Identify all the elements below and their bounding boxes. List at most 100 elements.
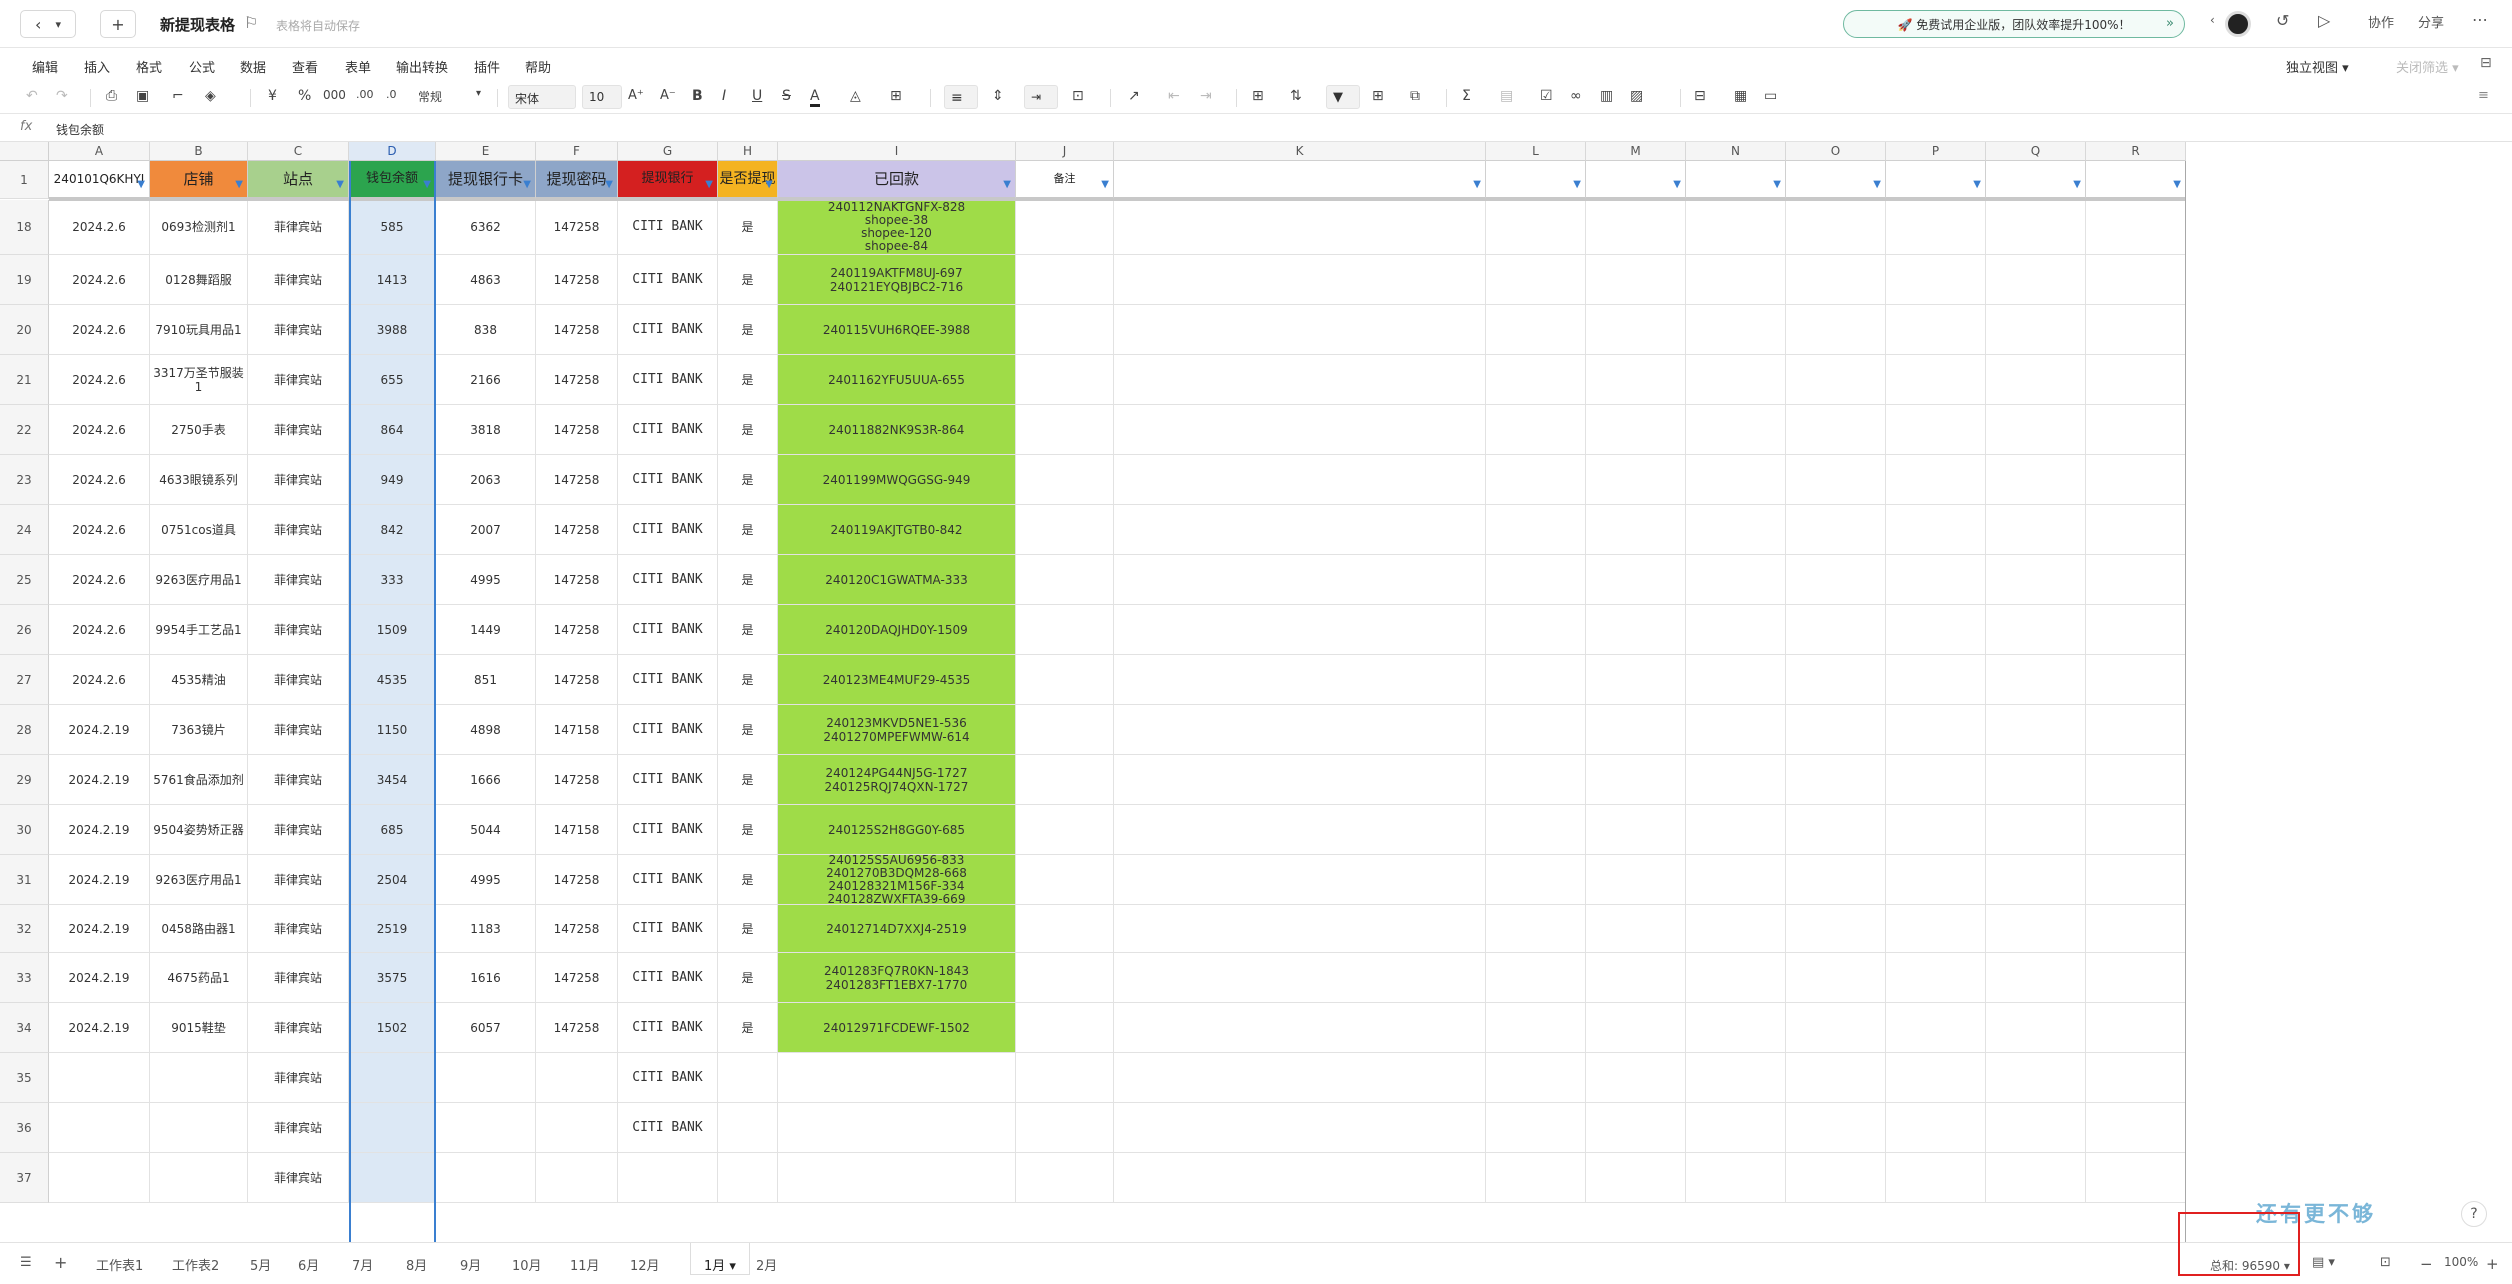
header-cell-m[interactable]: ▼ [1586,161,1686,199]
checkbox-icon[interactable]: ☑ [1540,88,1553,104]
cell-r[interactable] [2086,905,2186,953]
cell-e[interactable]: 6362 [436,200,536,255]
cell-n[interactable] [1686,455,1786,505]
cell-i[interactable]: 240125S2H8GG0Y-685 [778,805,1016,855]
row-header[interactable]: 31 [0,855,49,905]
cell-d[interactable]: 949 [349,455,436,505]
sheet-tab[interactable]: 1月 ▾ [690,1243,750,1275]
cell-p[interactable] [1886,305,1986,355]
merge-cells-icon[interactable]: ⊡ [1072,88,1084,104]
cell-c[interactable]: 菲律宾站 [248,1153,349,1203]
cell-o[interactable] [1786,1003,1886,1053]
cell-e[interactable] [436,1103,536,1153]
rotate-text-icon[interactable]: ↗ [1128,88,1140,104]
cell-a[interactable]: 2024.2.19 [49,805,150,855]
cell-g[interactable]: CITI BANK [618,555,718,605]
cell-j[interactable] [1016,953,1114,1003]
row-header[interactable]: 26 [0,605,49,655]
column-header-g[interactable]: G [618,142,718,161]
cell-m[interactable] [1586,755,1686,805]
column-header-m[interactable]: M [1586,142,1686,161]
cell-p[interactable] [1886,1003,1986,1053]
cell-p[interactable] [1886,953,1986,1003]
header-cell-q[interactable]: ▼ [1986,161,2086,199]
cell-b[interactable]: 0693检测剂1 [150,200,248,255]
header-cell-e[interactable]: 提现银行卡 ▼ [436,161,536,199]
cell-c[interactable]: 菲律宾站 [248,505,349,555]
cell-k[interactable] [1114,255,1486,305]
font-size-select[interactable]: 10 [582,85,622,109]
filter-icon[interactable]: ▼ [336,177,344,193]
cell-b[interactable]: 9263医疗用品1 [150,855,248,905]
cell-m[interactable] [1586,855,1686,905]
cell-b[interactable]: 0458路由器1 [150,905,248,953]
header-cell-g[interactable]: 提现银行 ▼ [618,161,718,199]
add-sheet-button[interactable]: + [54,1253,67,1272]
cell-g[interactable]: CITI BANK [618,605,718,655]
cell-f[interactable]: 147258 [536,605,618,655]
cell-d[interactable]: 3454 [349,755,436,805]
cell-c[interactable]: 菲律宾站 [248,200,349,255]
cell-r[interactable] [2086,555,2186,605]
history-icon[interactable]: ↺ [2276,11,2289,30]
cell-i[interactable]: 240123ME4MUF29-4535 [778,655,1016,705]
menu-format[interactable]: 格式 [136,57,162,76]
header-cell-d[interactable]: 钱包余额 ▼ [349,161,436,199]
cell-k[interactable] [1114,755,1486,805]
cell-q[interactable] [1986,255,2086,305]
cell-q[interactable] [1986,405,2086,455]
cell-j[interactable] [1016,855,1114,905]
cell-m[interactable] [1586,405,1686,455]
filter-icon[interactable]: ▼ [2173,177,2181,193]
cell-e[interactable]: 5044 [436,805,536,855]
cell-j[interactable] [1016,805,1114,855]
cell-c[interactable]: 菲律宾站 [248,805,349,855]
menu-export[interactable]: 输出转换 [396,57,448,76]
sheet-menu-icon[interactable]: ☰ [20,1255,32,1270]
cell-f[interactable]: 147258 [536,855,618,905]
cell-c[interactable]: 菲律宾站 [248,1053,349,1103]
cell-l[interactable] [1486,405,1586,455]
more-icon[interactable]: ⋯ [2472,10,2488,29]
cell-b[interactable]: 9263医疗用品1 [150,555,248,605]
cell-r[interactable] [2086,405,2186,455]
column-header-f[interactable]: F [536,142,618,161]
cell-h[interactable]: 是 [718,755,778,805]
cell-p[interactable] [1886,405,1986,455]
cell-d[interactable]: 1413 [349,255,436,305]
cell-i[interactable]: 2401283FQ7R0KN-1843 2401283FT1EBX7-1770 [778,953,1016,1003]
sheet-tab[interactable]: 6月 [298,1255,319,1274]
cell-a[interactable]: 2024.2.6 [49,655,150,705]
column-header-e[interactable]: E [436,142,536,161]
cell-h[interactable]: 是 [718,855,778,905]
menu-plugins[interactable]: 插件 [474,57,500,76]
cell-n[interactable] [1686,705,1786,755]
cell-g[interactable]: CITI BANK [618,405,718,455]
row-header[interactable]: 1 [0,161,49,199]
freeze-icon[interactable]: ⊞ [1372,88,1384,104]
cell-f[interactable]: 147258 [536,655,618,705]
filter-icon[interactable]: ▼ [1673,177,1681,193]
cell-e[interactable]: 1183 [436,905,536,953]
cell-l[interactable] [1486,755,1586,805]
zoom-level[interactable]: 100% [2444,1255,2478,1269]
cell-q[interactable] [1986,1153,2086,1203]
cell-m[interactable] [1586,953,1686,1003]
header-cell-c[interactable]: 站点 ▼ [248,161,349,199]
column-header-h[interactable]: H [718,142,778,161]
cell-q[interactable] [1986,805,2086,855]
cell-l[interactable] [1486,953,1586,1003]
cell-l[interactable] [1486,455,1586,505]
cell-k[interactable] [1114,855,1486,905]
filter-icon[interactable]: ▼ [605,177,613,193]
column-header-q[interactable]: Q [1986,142,2086,161]
cell-j[interactable] [1016,605,1114,655]
cell-o[interactable] [1786,953,1886,1003]
cell-i[interactable] [778,1153,1016,1203]
cell-p[interactable] [1886,1153,1986,1203]
cell-f[interactable]: 147258 [536,1003,618,1053]
cell-j[interactable] [1016,255,1114,305]
cell-i[interactable] [778,1103,1016,1153]
percent-icon[interactable]: % [298,88,311,104]
paste-icon[interactable]: ▣ [136,88,149,104]
